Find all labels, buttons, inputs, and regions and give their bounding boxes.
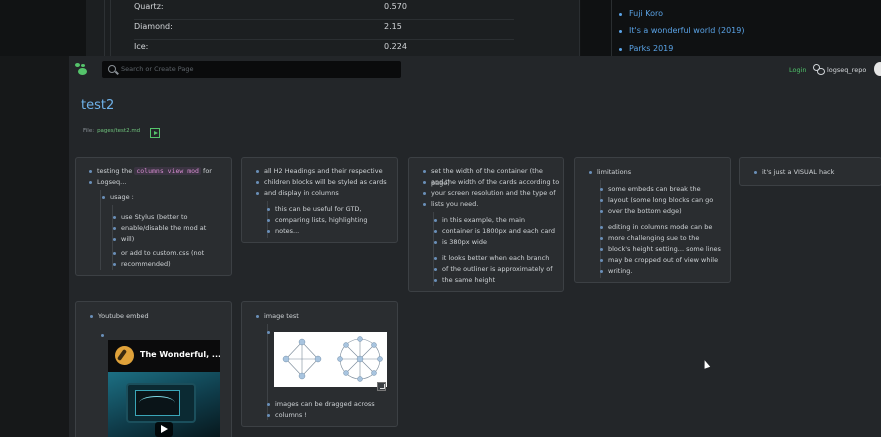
link-fuji-koro[interactable]: Fuji Koro [619,9,663,18]
search-icon [108,65,116,73]
divider [104,0,105,56]
youtube-video[interactable]: The Wonderful, ... [108,340,220,437]
divider [611,0,612,56]
block-continuation: columns ! [267,411,307,419]
search-input[interactable]: Search or Create Page [102,61,401,78]
inline-code: columns view mod [134,167,201,175]
block-image-test[interactable]: image test [256,310,299,322]
block-continuation: lists you need. [422,200,479,208]
background-links-panel: Fuji Koro It's a wonderful world (2019) … [581,0,881,56]
page-title[interactable]: test2 [81,98,114,113]
table-cell-value: 2.15 [384,22,402,31]
card-container-width: set the width of the container (the page… [408,157,564,292]
block-continuation: recommended) [113,260,171,268]
file-path-line: File: pages/test2.md [83,128,140,134]
link-wonderful-world[interactable]: It's a wonderful world (2019) [618,26,744,35]
file-label: File: [83,128,95,134]
resize-handle-icon[interactable] [377,382,386,391]
block-limitations[interactable]: limitations [588,166,631,178]
block-youtube-embed[interactable]: Youtube embed [90,310,149,322]
channel-avatar-icon[interactable] [115,346,134,365]
play-icon[interactable] [155,422,173,437]
login-link[interactable]: Login [789,66,807,74]
indent-guide [600,180,601,278]
indent-guide [100,190,101,270]
table-cell-name: Diamond: [134,22,173,31]
background-table-panel: Quartz: 0.570 Diamond: 2.15 Ice: 0.224 [86,0,580,60]
logseq-app: Search or Create Page Login logseq_repo … [69,56,881,437]
card-columns-view-mod: testing the columns view mod for Logseq.… [75,157,232,276]
table-cell-value: 0.224 [384,42,407,51]
block-continuation: and display in columns [256,189,339,197]
github-icon[interactable] [812,64,825,75]
block-continuation: the same height [433,276,496,284]
file-path-link[interactable]: pages/test2.md [97,128,140,134]
table-cell-value: 0.570 [384,2,407,11]
header: Search or Create Page Login logseq_repo [69,56,881,84]
table-row: Diamond: 2.15 [134,20,514,40]
table-row: Quartz: 0.570 [134,0,514,20]
open-file-button[interactable] [150,128,160,138]
repo-link[interactable]: logseq_repo [827,66,866,74]
card-visual-hack: it's just a VISUAL hack [739,157,881,186]
block[interactable]: it's just a VISUAL hack [753,166,834,178]
video-title[interactable]: The Wonderful, ... [140,350,220,359]
link-parks-2019[interactable]: Parks 2019 [618,44,673,53]
card-h2-headings: all H2 Headings and their respective chi… [241,157,398,243]
block-continuation: is 380px wide [434,238,487,246]
block-continuation: Logseq... [88,178,127,186]
table-cell-name: Ice: [134,42,149,51]
logseq-logo-icon[interactable] [75,63,89,76]
table-cell-name: Quartz: [134,2,164,11]
card-limitations: limitations some embeds can break the la… [574,157,731,283]
divider [110,0,111,56]
embedded-image[interactable] [274,332,387,387]
block-continuation: will) [112,235,135,243]
mouse-cursor-icon [701,359,711,369]
block-continuation: notes... [266,227,300,235]
block-continuation: writing. [599,267,633,275]
indent-guide [433,212,434,286]
avatar[interactable] [874,62,881,76]
block-continuation: over the bottom edge) [600,207,682,215]
background-window: Quartz: 0.570 Diamond: 2.15 Ice: 0.224 F… [0,0,881,60]
search-placeholder: Search or Create Page [121,65,194,73]
block-usage[interactable]: usage : [102,191,134,203]
